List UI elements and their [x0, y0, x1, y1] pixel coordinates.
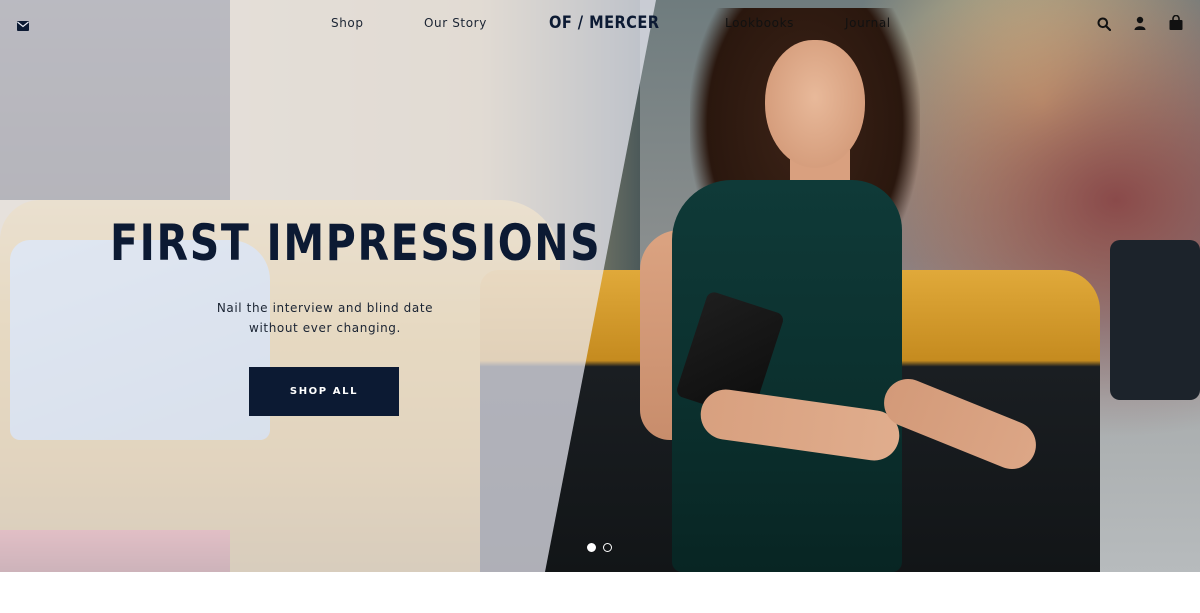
- bag-icon[interactable]: [1169, 14, 1183, 30]
- search-icon[interactable]: [1097, 17, 1112, 32]
- hero-banner: FIRST IMPRESSIONS Nail the interview and…: [0, 0, 1200, 572]
- site-header: Shop Our Story OF / MERCER Lookbooks Jou…: [0, 0, 1200, 50]
- nav-journal[interactable]: Journal: [845, 16, 891, 30]
- mail-icon[interactable]: [17, 18, 29, 31]
- user-icon[interactable]: [1134, 16, 1146, 30]
- slide-dot-2[interactable]: [603, 543, 612, 552]
- hero-headline: FIRST IMPRESSIONS: [110, 214, 602, 272]
- hero-subline: Nail the interview and blind date withou…: [200, 298, 450, 338]
- hero-photo-parked-car: [1110, 240, 1200, 400]
- site-logo[interactable]: OF / MERCER: [549, 13, 659, 33]
- hero-subline-line-2: without ever changing.: [249, 321, 401, 335]
- hero-photo-model-face: [765, 40, 865, 168]
- nav-lookbooks[interactable]: Lookbooks: [725, 16, 794, 30]
- hero-subline-line-1: Nail the interview and blind date: [216, 301, 434, 315]
- shop-all-button[interactable]: SHOP ALL: [249, 367, 399, 416]
- slide-dot-1[interactable]: [587, 543, 596, 552]
- nav-shop[interactable]: Shop: [331, 16, 364, 30]
- nav-our-story[interactable]: Our Story: [424, 16, 487, 30]
